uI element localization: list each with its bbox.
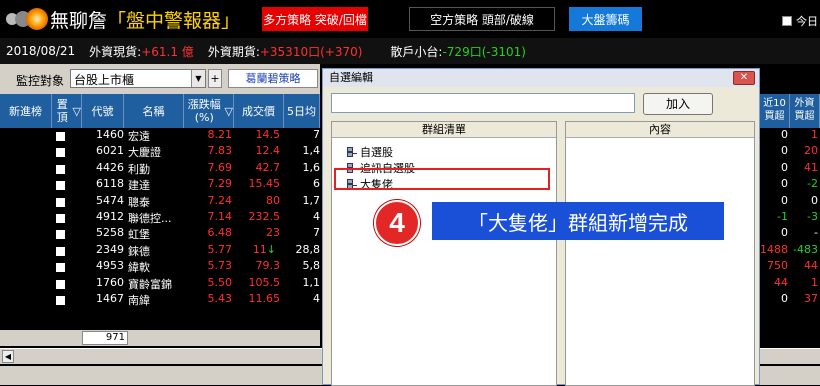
step-badge: 4 (374, 200, 420, 246)
highlight-box (334, 168, 550, 190)
pin-checkbox[interactable] (56, 295, 65, 305)
pin-checkbox[interactable] (56, 246, 65, 256)
table-row[interactable]: 1760 寶齡富錦 5.50 105.5 1,1 (0, 276, 320, 292)
table-row[interactable]: 4426 利勤 7.69 42.7 1,6 (0, 161, 320, 177)
col-ma5[interactable]: 5日均 (284, 94, 320, 128)
add-group-button[interactable]: 加入 (643, 93, 713, 115)
table-cell: 0 (781, 128, 788, 141)
table-cell: 0 (781, 292, 788, 305)
table-cell: -1 (777, 210, 788, 223)
pin-checkbox[interactable] (56, 181, 65, 191)
table-cell: 0 (811, 193, 818, 207)
pin-checkbox[interactable] (56, 230, 65, 240)
pin-checkbox[interactable] (56, 197, 65, 207)
pin-checkbox[interactable] (56, 213, 65, 223)
col-code[interactable]: 代號 (82, 94, 124, 128)
dialog-title: 自選編輯 (323, 69, 759, 87)
content-header: 內容 (566, 122, 754, 138)
row-count: 971 (82, 331, 128, 345)
pin-checkbox[interactable] (56, 132, 65, 141)
table-row[interactable]: 5474 聰泰 7.24 80 1,7 (0, 194, 320, 210)
title-bar: 無聊詹「盤中警報器」 多方策略 突破/回檔 空方策略 頭部/破線 大盤籌碼 今日 (0, 0, 820, 38)
retail-value: -729口(-3101) (442, 44, 526, 59)
retail-label: 散戶小台: (390, 44, 443, 59)
group-item-watchlist[interactable]: 自選股 (346, 144, 393, 160)
market-info-bar: 2018/08/21 外資現貨: +61.1 億 外資期貨: +35310口(+… (0, 38, 820, 64)
table-row[interactable]: 2349 錸德 5.77 11↓ 28,8 (0, 243, 320, 259)
table-cell: - (814, 226, 818, 240)
table-cell: 41 (804, 160, 818, 174)
tree-node-icon (346, 147, 358, 157)
table-cell: -3 (807, 210, 818, 223)
scroll-left-icon[interactable]: ◀ (2, 350, 14, 363)
foreign-futures-value: +35310口(+370) (259, 44, 363, 59)
strategy-button[interactable]: 葛蘭碧策略 (228, 69, 318, 88)
right-columns: 近10買超 外資買超 0 1 0 20 0 41 0 -2 0 0 -1 -3 0-1488 -483 75… (760, 94, 820, 330)
table-cell: 44 (774, 275, 788, 289)
monitor-target-select[interactable]: 台股上市櫃 ▼ (70, 69, 206, 88)
foreign-futures-label: 外資期貨: (207, 44, 260, 59)
tab-bull-strategy[interactable]: 多方策略 突破/回檔 (262, 7, 368, 31)
table-cell: 0 (781, 193, 788, 207)
foreign-spot-value: +61.1 億 (141, 44, 194, 59)
table-cell: 1 (811, 128, 818, 141)
col-new-entry[interactable]: 新進榜 (0, 94, 52, 128)
pin-checkbox[interactable] (56, 164, 65, 174)
chevron-down-icon[interactable]: ▼ (191, 70, 205, 87)
col-change-pct[interactable]: 漲跌幅(%) ▽ (184, 94, 234, 128)
group-list-pane: 群組清單 自選股 追訊自選股 大隻佬 (331, 121, 557, 386)
table-cell: -483 (793, 242, 818, 256)
table-footer: 971 (0, 330, 320, 346)
stock-table: 1460 宏遠 8.21 14.5 7 6021 大慶證 7.83 12.4 1,4 4426 利… (0, 128, 320, 308)
pin-checkbox[interactable] (56, 148, 65, 158)
close-icon[interactable]: ✕ (733, 71, 755, 85)
table-row[interactable]: 4953 緯軟 5.73 79.3 5,8 (0, 259, 320, 275)
group-name-input[interactable] (331, 93, 635, 113)
col-foreign-buy[interactable]: 外資買超 (790, 94, 820, 128)
pin-checkbox[interactable] (56, 263, 65, 273)
col-name[interactable]: 名稱 (124, 94, 184, 128)
tab-bear-strategy[interactable]: 空方策略 頭部/破線 (409, 7, 555, 31)
app-title: 無聊詹「盤中警報器」 (50, 10, 241, 32)
table-cell: 20 (804, 144, 818, 158)
add-button[interactable]: + (208, 69, 222, 88)
col-10day-buy[interactable]: 近10買超 (760, 94, 790, 128)
group-list-header: 群組清單 (332, 122, 556, 138)
monitor-label: 監控對象 (16, 74, 65, 88)
app-logo-icon (6, 6, 48, 32)
table-row[interactable]: 1460 宏遠 8.21 14.5 7 (0, 128, 320, 144)
table-header: 新進榜 置頂 ▽ 代號 名稱 漲跌幅(%) ▽ 成交價 5日均 (0, 94, 320, 128)
table-cell: 1488 (760, 242, 788, 256)
pin-checkbox[interactable] (56, 279, 65, 289)
table-row[interactable]: 6021 大慶證 7.83 12.4 1,4 (0, 144, 320, 160)
table-cell: 37 (804, 292, 818, 305)
today-checkbox[interactable]: 今日 (782, 13, 818, 29)
table-row[interactable]: 1467 南緯 5.43 11.65 4 (0, 292, 320, 308)
callout-banner: 「大隻佬」群組新增完成 (432, 202, 724, 240)
table-cell: 0 (781, 144, 788, 158)
table-cell: 750 (767, 259, 788, 273)
col-pin[interactable]: 置頂 ▽ (52, 94, 82, 128)
col-price[interactable]: 成交價 (234, 94, 284, 128)
down-arrow-icon: ↓ (266, 242, 276, 256)
table-cell: -2 (807, 177, 818, 191)
checkbox-icon (782, 16, 792, 26)
table-cell: 1 (811, 275, 818, 289)
table-cell: 0 (781, 226, 788, 240)
filter-bar: 監控對象 台股上市櫃 ▼ + 葛蘭碧策略 (0, 64, 320, 94)
foreign-spot-label: 外資現貨: (89, 44, 142, 59)
table-row[interactable]: 5258 虹堡 6.48 23 7 (0, 226, 320, 242)
table-row[interactable]: 6118 建達 7.29 15.45 6 (0, 177, 320, 193)
table-cell: 0 (781, 177, 788, 191)
tab-market-chips[interactable]: 大盤籌碼 (569, 7, 642, 31)
table-cell: 44 (804, 259, 818, 273)
table-cell: 0 (781, 160, 788, 174)
content-pane: 內容 (565, 121, 755, 386)
info-date: 2018/08/21 (6, 44, 76, 58)
table-row[interactable]: 4912 聯德控... 7.14 232.5 4 (0, 210, 320, 226)
